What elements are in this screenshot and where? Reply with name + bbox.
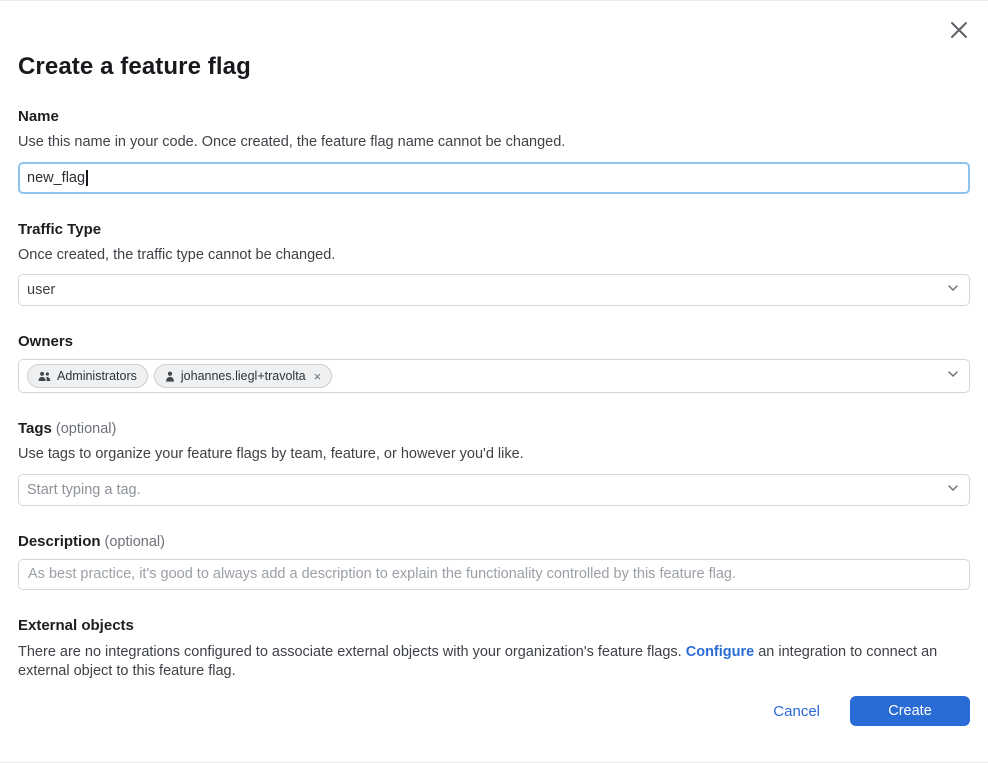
chevron-down-icon [945, 480, 961, 500]
name-input-value: new_flag [27, 170, 85, 186]
owner-chip-label: Administrators [57, 369, 137, 383]
name-section: Name Use this name in your code. Once cr… [18, 108, 970, 194]
tags-label: Tags(optional) [18, 420, 970, 437]
owner-chip-user[interactable]: johannes.liegl+travolta × [154, 364, 332, 388]
group-icon [38, 371, 51, 382]
description-label-text: Description [18, 533, 101, 550]
chevron-down-icon [945, 280, 961, 300]
name-helper: Use this name in your code. Once created… [18, 133, 970, 153]
tags-helper: Use tags to organize your feature flags … [18, 445, 970, 465]
external-objects-label: External objects [18, 617, 970, 634]
traffic-type-label: Traffic Type [18, 221, 970, 238]
name-input[interactable]: new_flag [18, 162, 970, 194]
owner-chip-label: johannes.liegl+travolta [181, 369, 306, 383]
close-icon[interactable] [946, 17, 972, 43]
tags-optional-text: (optional) [56, 421, 116, 437]
owner-chip-administrators[interactable]: Administrators [27, 364, 148, 388]
page-title: Create a feature flag [18, 1, 970, 81]
tags-input[interactable] [27, 482, 945, 498]
tags-label-text: Tags [18, 420, 52, 437]
person-icon [165, 371, 175, 382]
traffic-type-selected-value: user [27, 282, 55, 298]
chevron-down-icon [945, 366, 961, 386]
cancel-button[interactable]: Cancel [773, 703, 820, 720]
description-section: Description(optional) [18, 533, 970, 590]
external-objects-section: External objects There are no integratio… [18, 617, 970, 681]
description-label: Description(optional) [18, 533, 970, 550]
traffic-type-select[interactable]: user [18, 274, 970, 306]
tags-select[interactable] [18, 474, 970, 506]
close-x-glyph [949, 20, 969, 40]
name-label: Name [18, 108, 970, 125]
chip-remove-icon[interactable]: × [314, 370, 322, 383]
text-caret [86, 170, 88, 186]
description-optional-text: (optional) [105, 534, 165, 550]
owners-label: Owners [18, 333, 970, 350]
traffic-type-section: Traffic Type Once created, the traffic t… [18, 221, 970, 307]
owners-section: Owners Administrators [18, 333, 970, 393]
tags-section: Tags(optional) Use tags to organize your… [18, 420, 970, 506]
external-text-before: There are no integrations configured to … [18, 644, 686, 660]
traffic-type-helper: Once created, the traffic type cannot be… [18, 246, 970, 266]
configure-link[interactable]: Configure [686, 644, 754, 660]
owners-chips: Administrators johannes.liegl+travolta × [27, 364, 332, 388]
owners-select[interactable]: Administrators johannes.liegl+travolta × [18, 359, 970, 393]
external-objects-text: There are no integrations configured to … [18, 643, 970, 681]
description-input[interactable] [18, 559, 970, 590]
create-button[interactable]: Create [850, 696, 970, 726]
create-feature-flag-modal: Create a feature flag Name Use this name… [0, 1, 988, 762]
modal-footer: Cancel Create [773, 696, 970, 726]
